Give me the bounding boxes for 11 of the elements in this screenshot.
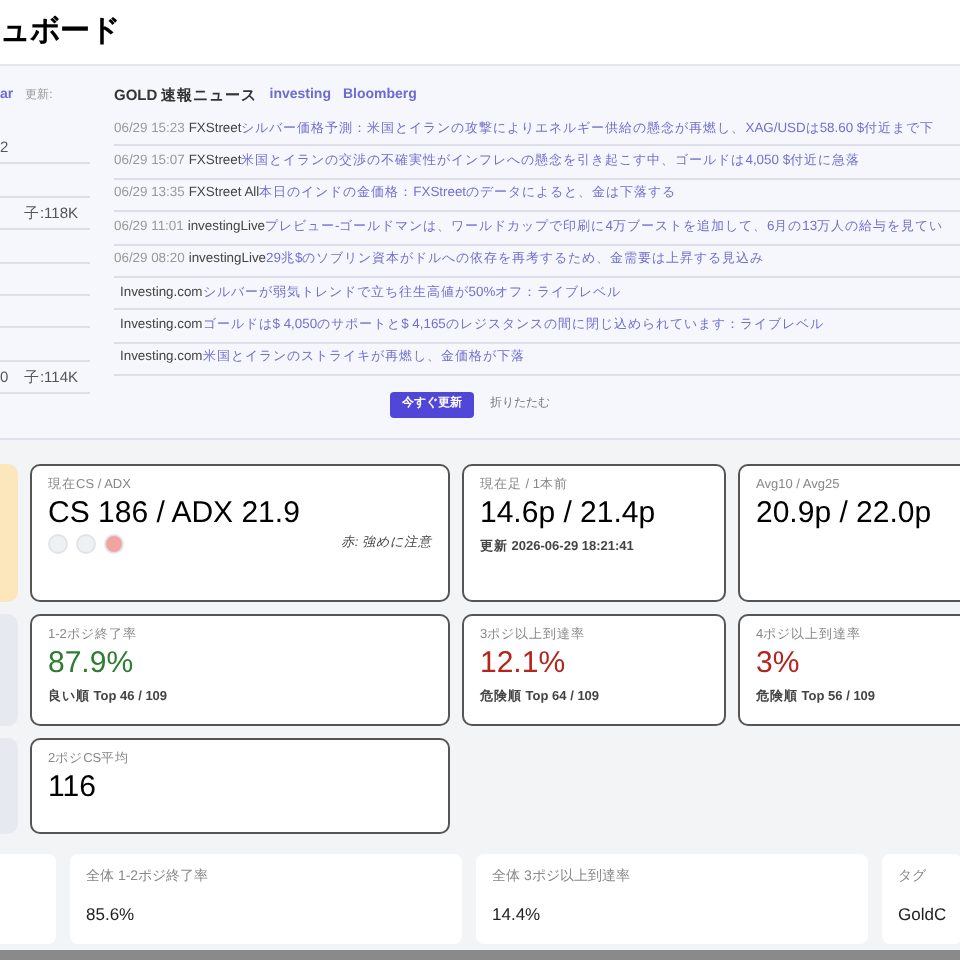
- card-value: 116: [48, 768, 98, 806]
- card-value: 12.1%: [480, 644, 568, 682]
- page-title: ュボード: [0, 11, 120, 52]
- card-value: 87.9%: [48, 644, 136, 682]
- summary-value: 85.6%: [86, 901, 137, 927]
- card-value: 14.6p / 21.4p: [480, 494, 658, 532]
- summary-value: 14.4%: [492, 901, 543, 927]
- card-value: 3%: [756, 644, 802, 682]
- card-value: CS 186 / ADX 21.9: [48, 494, 302, 532]
- summary-value: GoldC: [898, 901, 946, 927]
- card-value: 20.9p / 22.0p: [756, 494, 934, 532]
